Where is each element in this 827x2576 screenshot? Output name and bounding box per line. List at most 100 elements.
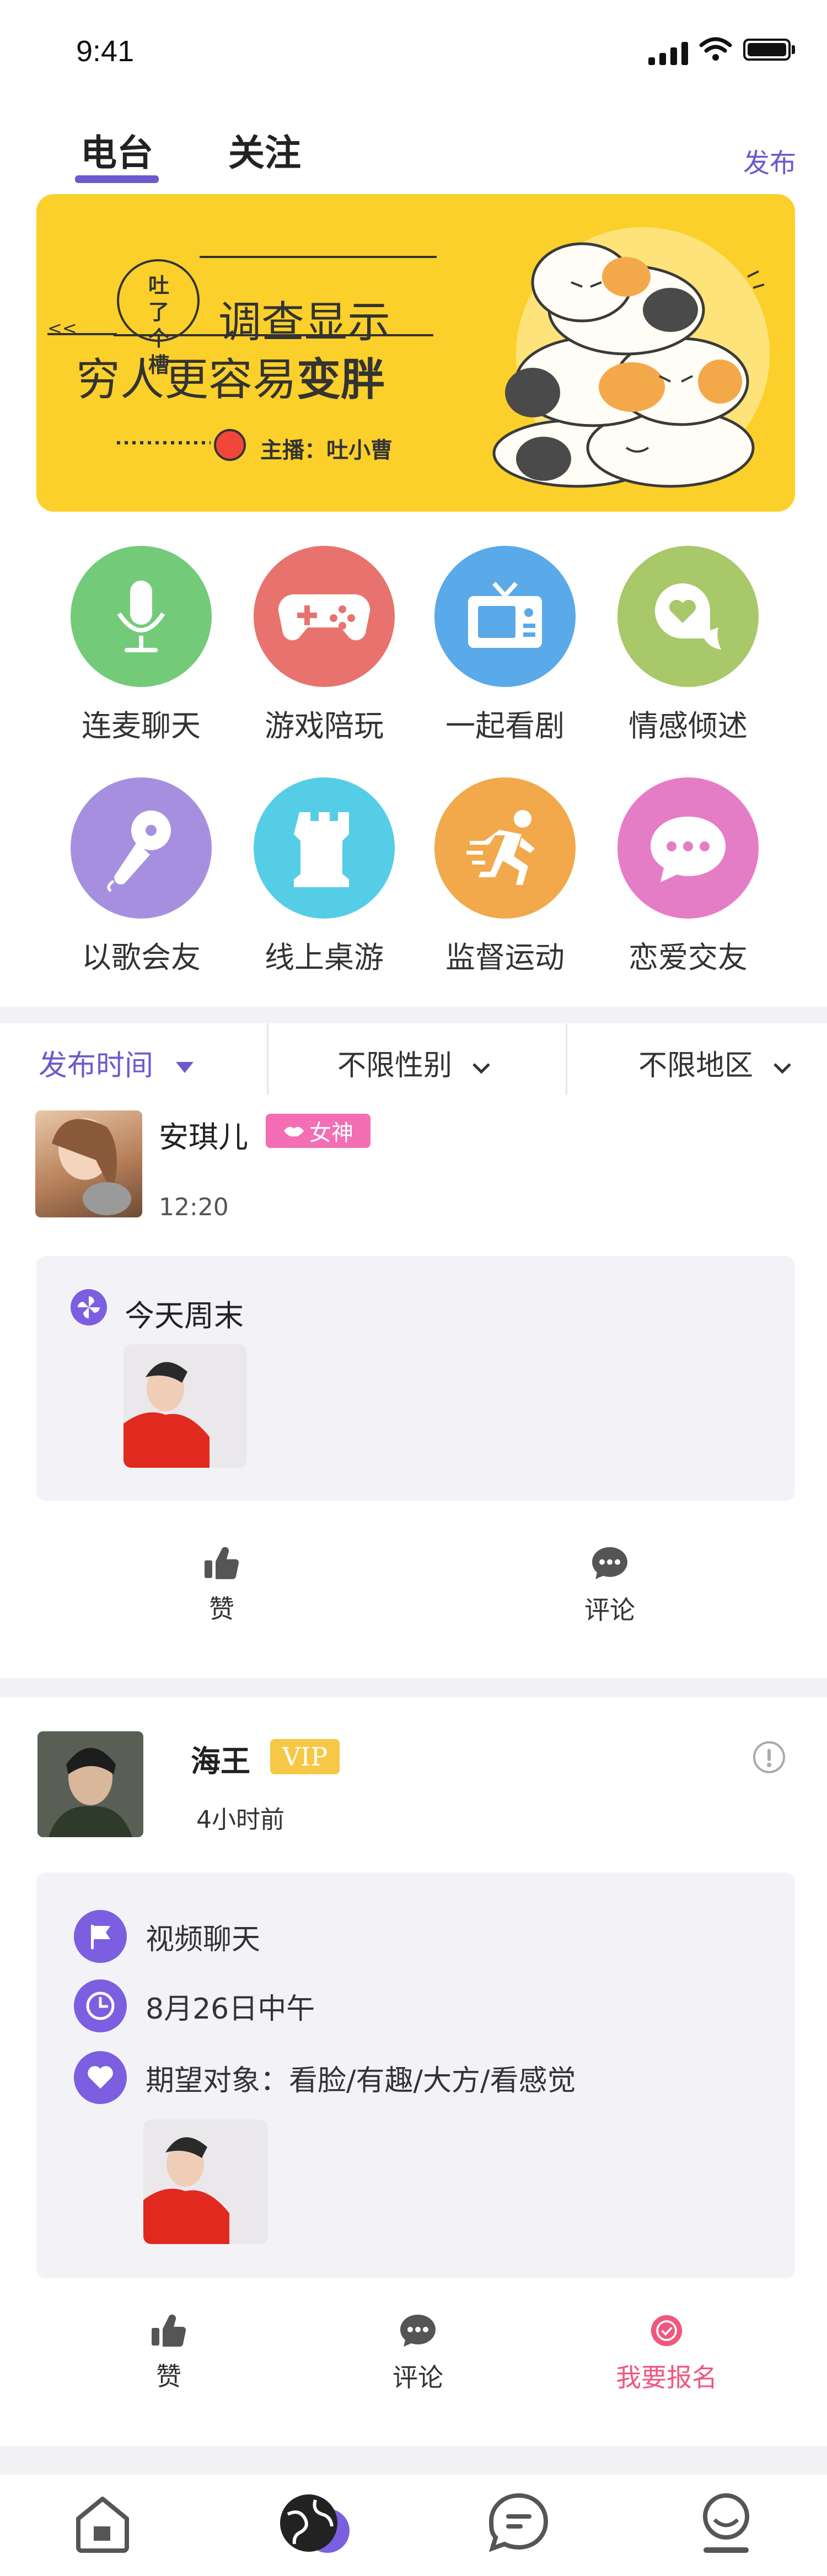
post-username[interactable]: 安琪儿 bbox=[159, 1113, 248, 1156]
cats-illustration-icon bbox=[492, 227, 770, 488]
date-row: 8月26日中午 bbox=[74, 1978, 315, 2033]
category-label: 监督运动 bbox=[445, 940, 565, 975]
status-bar: 9:41 bbox=[0, 0, 827, 105]
category-voice-chat[interactable]: 连麦聊天 bbox=[69, 546, 213, 745]
like-label: 赞 bbox=[156, 2362, 181, 2391]
section-divider bbox=[0, 1007, 827, 1023]
category-label: 恋爱交友 bbox=[629, 940, 748, 975]
chat-bubble-icon bbox=[617, 777, 759, 919]
heart-icon bbox=[74, 2051, 127, 2104]
signup-button[interactable]: 我要报名 bbox=[609, 2314, 724, 2394]
post-photo[interactable] bbox=[143, 2119, 268, 2244]
post-content-card[interactable]: 今天周末 bbox=[36, 1256, 795, 1501]
banner-dashes bbox=[117, 441, 211, 444]
post-detail-card[interactable]: 视频聊天 8月26日中午 期望对象：看脸/有趣/大方/看感觉 bbox=[36, 1872, 795, 2278]
chevron-down-icon bbox=[773, 1063, 791, 1074]
avatar[interactable] bbox=[35, 1110, 142, 1217]
caret-down-icon bbox=[175, 1062, 194, 1073]
date-text: 8月26日中午 bbox=[146, 1992, 315, 2026]
comment-label: 评论 bbox=[584, 1595, 635, 1625]
heart-chat-icon bbox=[617, 546, 759, 687]
signal-icon bbox=[648, 41, 692, 65]
banner-arrows: << bbox=[47, 318, 77, 339]
category-label: 连麦聊天 bbox=[82, 709, 201, 743]
filter-gender-label: 不限性别 bbox=[337, 1049, 453, 1082]
signup-label: 我要报名 bbox=[616, 2363, 717, 2392]
activity-text: 视频聊天 bbox=[146, 1923, 261, 1956]
discover-tab-icon[interactable] bbox=[277, 2492, 359, 2561]
category-label: 线上桌游 bbox=[265, 940, 384, 975]
flag-icon bbox=[74, 1910, 127, 1963]
banner-title2-bold: 变胖 bbox=[297, 354, 385, 405]
like-button[interactable]: 赞 bbox=[167, 1546, 277, 1625]
chevron-down-icon bbox=[472, 1063, 490, 1074]
filter-gender[interactable]: 不限性别 bbox=[337, 1042, 492, 1083]
comment-icon bbox=[400, 2315, 436, 2347]
category-dating[interactable]: 恋爱交友 bbox=[616, 777, 760, 976]
category-game[interactable]: 游戏陪玩 bbox=[253, 546, 396, 745]
battery-tip bbox=[792, 45, 795, 54]
filter-time-label: 发布时间 bbox=[39, 1049, 154, 1082]
expect-row: 期望对象：看脸/有趣/大方/看感觉 bbox=[74, 2050, 576, 2105]
publish-button[interactable]: 发布 bbox=[743, 141, 796, 180]
filter-separator bbox=[267, 1023, 268, 1095]
like-label: 赞 bbox=[209, 1594, 234, 1624]
goddess-badge: 女神 bbox=[266, 1114, 370, 1148]
category-watch-drama[interactable]: 一起看剧 bbox=[433, 546, 577, 745]
chess-rook-icon bbox=[254, 777, 395, 919]
karaoke-mic-icon bbox=[71, 777, 212, 919]
running-icon bbox=[434, 777, 576, 919]
report-icon[interactable] bbox=[752, 1740, 786, 1774]
activity-row: 视频聊天 bbox=[74, 1909, 260, 1964]
battery-icon bbox=[743, 39, 791, 61]
banner-host: 主播：吐小曹 bbox=[260, 438, 393, 463]
section-divider bbox=[0, 2446, 827, 2475]
post-username[interactable]: 海王 bbox=[191, 1737, 250, 1780]
status-time: 9:41 bbox=[76, 35, 135, 68]
category-label: 情感倾述 bbox=[629, 709, 748, 743]
check-circle-icon bbox=[651, 2315, 683, 2347]
comment-button[interactable]: 评论 bbox=[363, 2314, 473, 2394]
category-emotion[interactable]: 情感倾述 bbox=[616, 546, 760, 745]
filter-region[interactable]: 不限地区 bbox=[638, 1042, 793, 1083]
category-label: 游戏陪玩 bbox=[265, 709, 384, 743]
section-divider bbox=[0, 1678, 827, 1697]
category-sports[interactable]: 监督运动 bbox=[433, 777, 577, 976]
tab-follow[interactable]: 关注 bbox=[228, 124, 301, 176]
comment-icon bbox=[592, 1547, 627, 1579]
banner-title1: 调查显示 bbox=[218, 298, 391, 347]
profile-tab-icon[interactable] bbox=[696, 2492, 756, 2556]
like-button[interactable]: 赞 bbox=[114, 2314, 224, 2393]
thumbs-up-icon bbox=[205, 1547, 239, 1580]
post-time: 4小时前 bbox=[196, 1806, 284, 1834]
post-text: 今天周末 bbox=[125, 1298, 244, 1333]
microphone-icon bbox=[71, 546, 212, 687]
filter-separator bbox=[566, 1023, 567, 1095]
thumbs-up-icon bbox=[152, 2314, 186, 2347]
comment-button[interactable]: 评论 bbox=[555, 1546, 665, 1627]
filter-time[interactable]: 发布时间 bbox=[39, 1042, 194, 1083]
banner[interactable]: 吐了 个槽 << 调查显示 穷人更容易变胖 主播：吐小曹 bbox=[36, 194, 795, 512]
post-time: 12:20 bbox=[159, 1193, 229, 1221]
banner-title2-prefix: 穷人更容易 bbox=[76, 354, 297, 405]
lips-icon bbox=[284, 1126, 304, 1137]
post-photo[interactable] bbox=[123, 1344, 247, 1468]
category-music[interactable]: 以歌会友 bbox=[69, 777, 213, 976]
avatar[interactable] bbox=[37, 1731, 143, 1837]
vip-badge: VIP bbox=[270, 1739, 340, 1774]
goddess-badge-label: 女神 bbox=[309, 1120, 353, 1146]
banner-rule-top bbox=[200, 256, 437, 258]
tab-radio[interactable]: 电台 bbox=[80, 124, 153, 176]
category-label: 以歌会友 bbox=[82, 940, 201, 975]
badge-line1: 吐了 bbox=[148, 273, 169, 324]
home-tab-icon[interactable] bbox=[71, 2492, 135, 2556]
host-dot-icon bbox=[214, 429, 246, 461]
pinwheel-icon bbox=[71, 1289, 107, 1325]
gamepad-icon bbox=[254, 546, 395, 687]
clock-icon bbox=[74, 1979, 127, 2032]
filter-region-label: 不限地区 bbox=[638, 1049, 754, 1082]
tab-active-indicator bbox=[75, 175, 159, 183]
messages-tab-icon[interactable] bbox=[488, 2492, 549, 2553]
comment-label: 评论 bbox=[393, 2363, 443, 2392]
category-board-game[interactable]: 线上桌游 bbox=[253, 777, 396, 976]
